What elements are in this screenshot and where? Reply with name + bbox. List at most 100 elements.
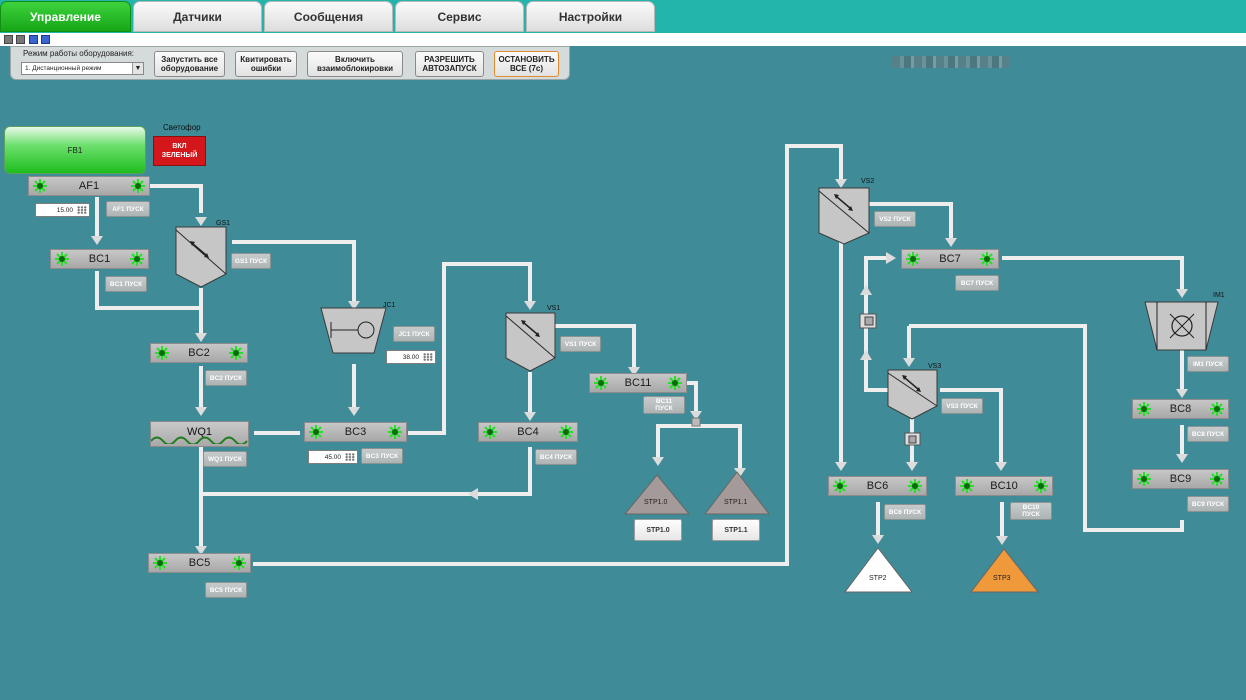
bc11-start-button[interactable]: BC11 ПУСК: [643, 396, 685, 414]
bc7-conveyor[interactable]: BC7: [901, 249, 999, 269]
jc1-start-button[interactable]: JC1 ПУСК: [393, 326, 435, 342]
bc10-label: BC10: [990, 480, 1018, 492]
enable-interlocks-button[interactable]: Включить взаимоблокировки: [307, 51, 403, 77]
bc11-conveyor[interactable]: BC11: [589, 373, 687, 393]
keypad-icon[interactable]: [77, 206, 87, 214]
bc6-start-button[interactable]: BC6 ПУСК: [884, 504, 926, 520]
wq1-washer[interactable]: WQ1: [150, 421, 249, 447]
keypad-icon[interactable]: [345, 453, 355, 461]
splitter-valve-icon: [691, 417, 701, 427]
stp2-pile[interactable]: [844, 547, 914, 593]
fan-icon: [130, 252, 144, 266]
fan-icon: [155, 346, 169, 360]
tab-service[interactable]: Сервис: [395, 1, 524, 32]
bc7-label: BC7: [939, 253, 961, 265]
save-icon[interactable]: [16, 35, 25, 44]
vs1-start-button[interactable]: VS1 ПУСК: [560, 336, 601, 352]
gate-valve-icon[interactable]: [904, 432, 921, 446]
fb1-feeder[interactable]: FB1: [4, 126, 146, 174]
bc4-start-button[interactable]: BC4 ПУСК: [535, 449, 577, 465]
fan-icon: [388, 425, 402, 439]
vs2-label: VS2: [861, 178, 875, 185]
gs1-label: GS1: [216, 220, 231, 227]
gate-valve-icon[interactable]: [859, 313, 877, 329]
jc1-setpoint-input[interactable]: 38.00: [386, 350, 436, 364]
im1-mill[interactable]: [1144, 301, 1219, 351]
bc8-label: BC8: [1169, 403, 1192, 415]
keypad-icon[interactable]: [423, 353, 433, 361]
chevron-down-icon[interactable]: ▼: [132, 63, 143, 74]
acknowledge-errors-button[interactable]: Квитировать ошибки: [235, 51, 297, 77]
tab-bar: Управление Датчики Сообщения Сервис Наст…: [0, 0, 1246, 33]
gs1-screen[interactable]: [175, 226, 227, 288]
fan-icon: [980, 252, 994, 266]
bc6-conveyor[interactable]: BC6: [828, 476, 927, 496]
im1-start-button[interactable]: IM1 ПУСК: [1187, 356, 1229, 372]
fan-icon: [960, 479, 974, 493]
bc8-start-button[interactable]: BC8 ПУСК: [1187, 426, 1229, 442]
print-icon[interactable]: [4, 35, 13, 44]
screen-icon[interactable]: [29, 35, 38, 44]
traffic-light-green-button[interactable]: ВКЛ ЗЕЛЕНЫЙ: [153, 136, 206, 166]
vs2-start-button[interactable]: VS2 ПУСК: [874, 211, 916, 227]
bc5-start-button[interactable]: BC5 ПУСК: [205, 582, 247, 598]
mode-select-value: 1. Дистанционный режим: [25, 65, 102, 72]
vs2-screen[interactable]: [818, 187, 870, 245]
stp1-0-button[interactable]: STP1.0: [634, 519, 682, 541]
stp2-label: STP2: [869, 575, 887, 582]
wq1-start-button[interactable]: WQ1 ПУСК: [203, 451, 247, 467]
sound-icon[interactable]: [41, 35, 50, 44]
vs1-screen[interactable]: [505, 312, 556, 372]
fan-icon: [1034, 479, 1048, 493]
stop-all-button[interactable]: ОСТАНОВИТЬ ВСЕ (7с): [494, 51, 559, 77]
stp1-1-button[interactable]: STP1.1: [712, 519, 760, 541]
fan-icon: [1137, 402, 1151, 416]
bc2-start-button[interactable]: BC2 ПУСК: [205, 370, 247, 386]
vs3-start-button[interactable]: VS3 ПУСК: [941, 398, 983, 414]
bc3-label: BC3: [344, 426, 367, 438]
fan-icon: [131, 179, 145, 193]
bc7-start-button[interactable]: BC7 ПУСК: [955, 275, 999, 291]
fan-icon: [1137, 472, 1151, 486]
bc1-start-button[interactable]: BC1 ПУСК: [105, 276, 147, 292]
fan-icon: [668, 376, 682, 390]
bc1-label: BC1: [88, 253, 111, 265]
mode-select[interactable]: 1. Дистанционный режим ▼: [21, 62, 144, 75]
jc1-crusher[interactable]: [320, 307, 387, 354]
stp1-0-pile[interactable]: [623, 474, 691, 515]
bc9-conveyor[interactable]: BC9: [1132, 469, 1229, 489]
bc5-conveyor[interactable]: BC5: [148, 553, 251, 573]
stp1-1-pile[interactable]: [703, 471, 771, 515]
stp3-pile[interactable]: [969, 548, 1040, 593]
tab-messages[interactable]: Сообщения: [264, 1, 393, 32]
allow-autostart-button[interactable]: РАЗРЕШИТЬ АВТОЗАПУСК: [415, 51, 484, 77]
af1-setpoint-input[interactable]: 15.00: [35, 203, 90, 217]
af1-start-button[interactable]: AF1 ПУСК: [106, 201, 150, 217]
bc2-conveyor[interactable]: BC2: [150, 343, 248, 363]
bc3-conveyor[interactable]: BC3: [304, 422, 407, 442]
bc4-conveyor[interactable]: BC4: [478, 422, 578, 442]
fan-icon: [1210, 472, 1224, 486]
bc3-setpoint-input[interactable]: 45.00: [308, 450, 358, 464]
tab-sensors[interactable]: Датчики: [133, 1, 262, 32]
vs3-screen[interactable]: [887, 369, 938, 420]
tab-control[interactable]: Управление: [0, 1, 131, 32]
fan-icon: [309, 425, 323, 439]
tab-settings[interactable]: Настройки: [526, 1, 655, 32]
bc10-start-button[interactable]: BC10 ПУСК: [1010, 502, 1052, 520]
bc9-start-button[interactable]: BC9 ПУСК: [1187, 496, 1229, 512]
fan-icon: [232, 556, 246, 570]
bc10-conveyor[interactable]: BC10: [955, 476, 1053, 496]
start-all-button[interactable]: Запустить все оборудование: [154, 51, 225, 77]
wave-icon: [151, 436, 248, 444]
stp1-0-label: STP1.0: [644, 499, 668, 506]
fan-icon: [55, 252, 69, 266]
bc3-start-button[interactable]: BC3 ПУСК: [361, 448, 403, 464]
gs1-start-button[interactable]: GS1 ПУСК: [231, 253, 271, 269]
bc8-conveyor[interactable]: BC8: [1132, 399, 1229, 419]
redacted-info: [892, 56, 1010, 68]
af1-label: AF1: [78, 180, 100, 192]
bc1-conveyor[interactable]: BC1: [50, 249, 149, 269]
status-strip: [0, 33, 1246, 46]
af1-feeder[interactable]: AF1: [28, 176, 150, 196]
